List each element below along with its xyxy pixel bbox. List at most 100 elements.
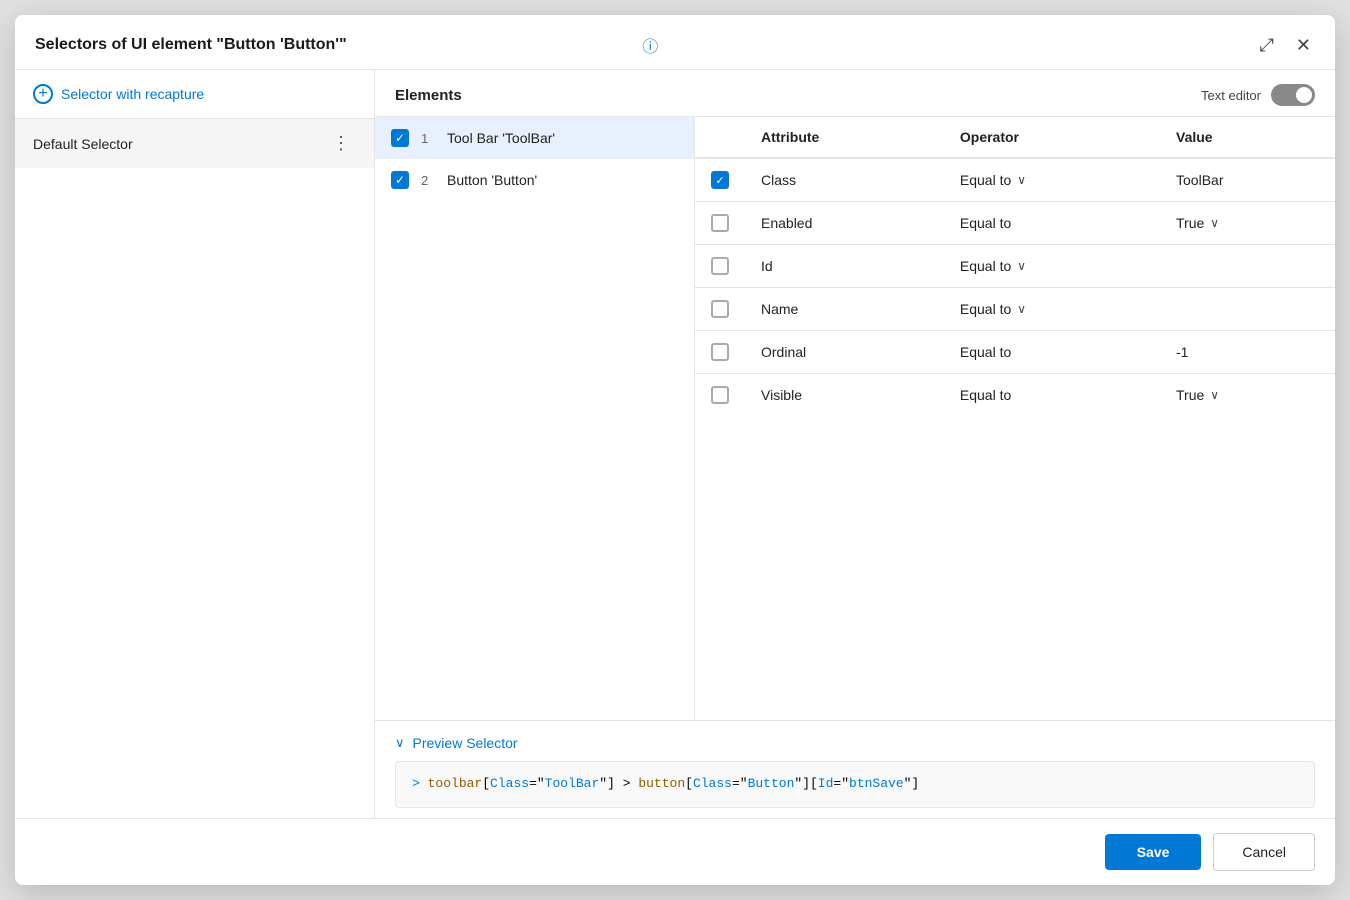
attr-value-enabled: True ∨ bbox=[1160, 202, 1335, 245]
attr-value-visible: True ∨ bbox=[1160, 374, 1335, 417]
attr-name-class: Class bbox=[745, 158, 944, 202]
right-panel: Elements Text editor ✓ 1 Tool Bar 'ToolB… bbox=[375, 70, 1335, 818]
close-button[interactable]: ✕ bbox=[1292, 34, 1315, 56]
attr-operator-name: Equal to ∨ bbox=[944, 288, 1160, 331]
attr-checkbox-cell-ordinal bbox=[695, 331, 745, 374]
preview-code: > toolbar[Class="ToolBar"] > button[Clas… bbox=[395, 761, 1315, 808]
code-attr-id: Id bbox=[818, 776, 834, 791]
elements-list: ✓ 1 Tool Bar 'ToolBar' ✓ 2 Button 'Butto… bbox=[375, 117, 695, 720]
selector-item-label: Default Selector bbox=[33, 136, 133, 152]
selector-item-menu-icon[interactable]: ⋮ bbox=[326, 131, 356, 156]
value-text-visible: True bbox=[1176, 387, 1204, 403]
attr-name-id: Id bbox=[745, 245, 944, 288]
attr-checkbox-visible[interactable] bbox=[711, 386, 729, 404]
attr-col-value: Value bbox=[1160, 117, 1335, 158]
code-bracket-open: [ bbox=[482, 776, 490, 791]
selector-item[interactable]: Default Selector ⋮ bbox=[15, 119, 374, 168]
code-val-button: Button bbox=[748, 776, 795, 791]
attr-checkbox-id[interactable] bbox=[711, 257, 729, 275]
chevron-down-icon[interactable]: ∨ bbox=[1210, 216, 1219, 230]
code-button-selector: button bbox=[638, 776, 685, 791]
value-text-enabled: True bbox=[1176, 215, 1204, 231]
cancel-button[interactable]: Cancel bbox=[1213, 833, 1315, 871]
attr-operator-enabled: Equal to bbox=[944, 202, 1160, 245]
chevron-down-icon[interactable]: ∨ bbox=[1017, 259, 1026, 273]
element-checkbox-2[interactable]: ✓ bbox=[391, 171, 409, 189]
preview-section: ∨ Preview Selector > toolbar[Class="Tool… bbox=[375, 720, 1335, 818]
dialog-title: Selectors of UI element "Button 'Button'… bbox=[35, 36, 632, 54]
attr-checkbox-cell-name bbox=[695, 288, 745, 331]
code-eq1: =" bbox=[529, 776, 545, 791]
operator-cell-enabled: Equal to bbox=[960, 215, 1144, 231]
element-label-1: Tool Bar 'ToolBar' bbox=[447, 130, 555, 146]
elements-attributes: ✓ 1 Tool Bar 'ToolBar' ✓ 2 Button 'Butto… bbox=[375, 117, 1335, 720]
attr-checkbox-class[interactable]: ✓ bbox=[711, 171, 729, 189]
chevron-down-icon[interactable]: ∨ bbox=[1017, 302, 1026, 316]
operator-value-name: Equal to bbox=[960, 301, 1011, 317]
selector-list: Default Selector ⋮ bbox=[15, 119, 374, 818]
attributes-header-row: Attribute Operator Value bbox=[695, 117, 1335, 158]
attr-row-ordinal: Ordinal Equal to -1 bbox=[695, 331, 1335, 374]
attr-row-visible: Visible Equal to True ∨ bbox=[695, 374, 1335, 417]
attr-checkbox-enabled[interactable] bbox=[711, 214, 729, 232]
text-editor-toggle: Text editor bbox=[1201, 84, 1315, 106]
operator-value-id: Equal to bbox=[960, 258, 1011, 274]
dialog-body: + Selector with recapture Default Select… bbox=[15, 70, 1335, 818]
code-bracket-close2: "][ bbox=[794, 776, 817, 791]
add-icon: + bbox=[33, 84, 53, 104]
element-row[interactable]: ✓ 2 Button 'Button' bbox=[375, 159, 694, 201]
element-checkbox-1[interactable]: ✓ bbox=[391, 129, 409, 147]
code-bracket-open2: [ bbox=[685, 776, 693, 791]
code-attr-class2: Class bbox=[693, 776, 732, 791]
attr-name-visible: Visible bbox=[745, 374, 944, 417]
dialog-footer: Save Cancel bbox=[15, 818, 1335, 885]
info-icon[interactable]: ⓘ bbox=[642, 33, 658, 57]
add-selector-button[interactable]: + Selector with recapture bbox=[15, 70, 374, 119]
chevron-down-icon[interactable]: ∨ bbox=[1017, 173, 1026, 187]
element-num-2: 2 bbox=[421, 173, 435, 188]
attr-operator-id: Equal to ∨ bbox=[944, 245, 1160, 288]
element-num-1: 1 bbox=[421, 131, 435, 146]
attr-name-name: Name bbox=[745, 288, 944, 331]
element-row[interactable]: ✓ 1 Tool Bar 'ToolBar' bbox=[375, 117, 694, 159]
expand-button[interactable]: ⤢ bbox=[1256, 34, 1278, 56]
attr-col-checkbox bbox=[695, 117, 745, 158]
attr-name-ordinal: Ordinal bbox=[745, 331, 944, 374]
checkmark-icon: ✓ bbox=[395, 132, 405, 144]
operator-value-enabled: Equal to bbox=[960, 215, 1011, 231]
operator-cell-visible: Equal to bbox=[960, 387, 1144, 403]
operator-cell-class: Equal to ∨ bbox=[960, 172, 1144, 188]
attr-col-attribute: Attribute bbox=[745, 117, 944, 158]
attr-value-class: ToolBar bbox=[1160, 158, 1335, 202]
element-label-2: Button 'Button' bbox=[447, 172, 537, 188]
operator-value-ordinal: Equal to bbox=[960, 344, 1011, 360]
value-cell-enabled: True ∨ bbox=[1176, 215, 1319, 231]
chevron-down-icon[interactable]: ∨ bbox=[1210, 388, 1219, 402]
attr-col-operator: Operator bbox=[944, 117, 1160, 158]
add-selector-label: Selector with recapture bbox=[61, 86, 204, 102]
attr-checkbox-cell-id bbox=[695, 245, 745, 288]
text-editor-label: Text editor bbox=[1201, 88, 1261, 103]
title-actions: ⤢ ✕ bbox=[1256, 34, 1316, 56]
attr-value-ordinal: -1 bbox=[1160, 331, 1335, 374]
attr-row-id: Id Equal to ∨ bbox=[695, 245, 1335, 288]
attr-row-enabled: Enabled Equal to True ∨ bbox=[695, 202, 1335, 245]
checkmark-icon: ✓ bbox=[715, 174, 724, 187]
code-val-id: btnSave bbox=[849, 776, 904, 791]
code-bracket-close1: "] bbox=[599, 776, 615, 791]
operator-cell-name: Equal to ∨ bbox=[960, 301, 1144, 317]
attr-checkbox-cell-class: ✓ bbox=[695, 158, 745, 202]
text-editor-switch[interactable] bbox=[1271, 84, 1315, 106]
code-val-toolbar: ToolBar bbox=[545, 776, 600, 791]
attr-checkbox-ordinal[interactable] bbox=[711, 343, 729, 361]
attributes-panel: Attribute Operator Value ✓ bbox=[695, 117, 1335, 720]
preview-header[interactable]: ∨ Preview Selector bbox=[395, 735, 1315, 751]
attributes-table: Attribute Operator Value ✓ bbox=[695, 117, 1335, 416]
attr-checkbox-name[interactable] bbox=[711, 300, 729, 318]
save-button[interactable]: Save bbox=[1105, 834, 1202, 870]
elements-title: Elements bbox=[395, 87, 462, 104]
code-toolbar-selector: toolbar bbox=[428, 776, 483, 791]
code-gt: > bbox=[623, 776, 631, 791]
code-attr-class1: Class bbox=[490, 776, 529, 791]
attr-operator-visible: Equal to bbox=[944, 374, 1160, 417]
